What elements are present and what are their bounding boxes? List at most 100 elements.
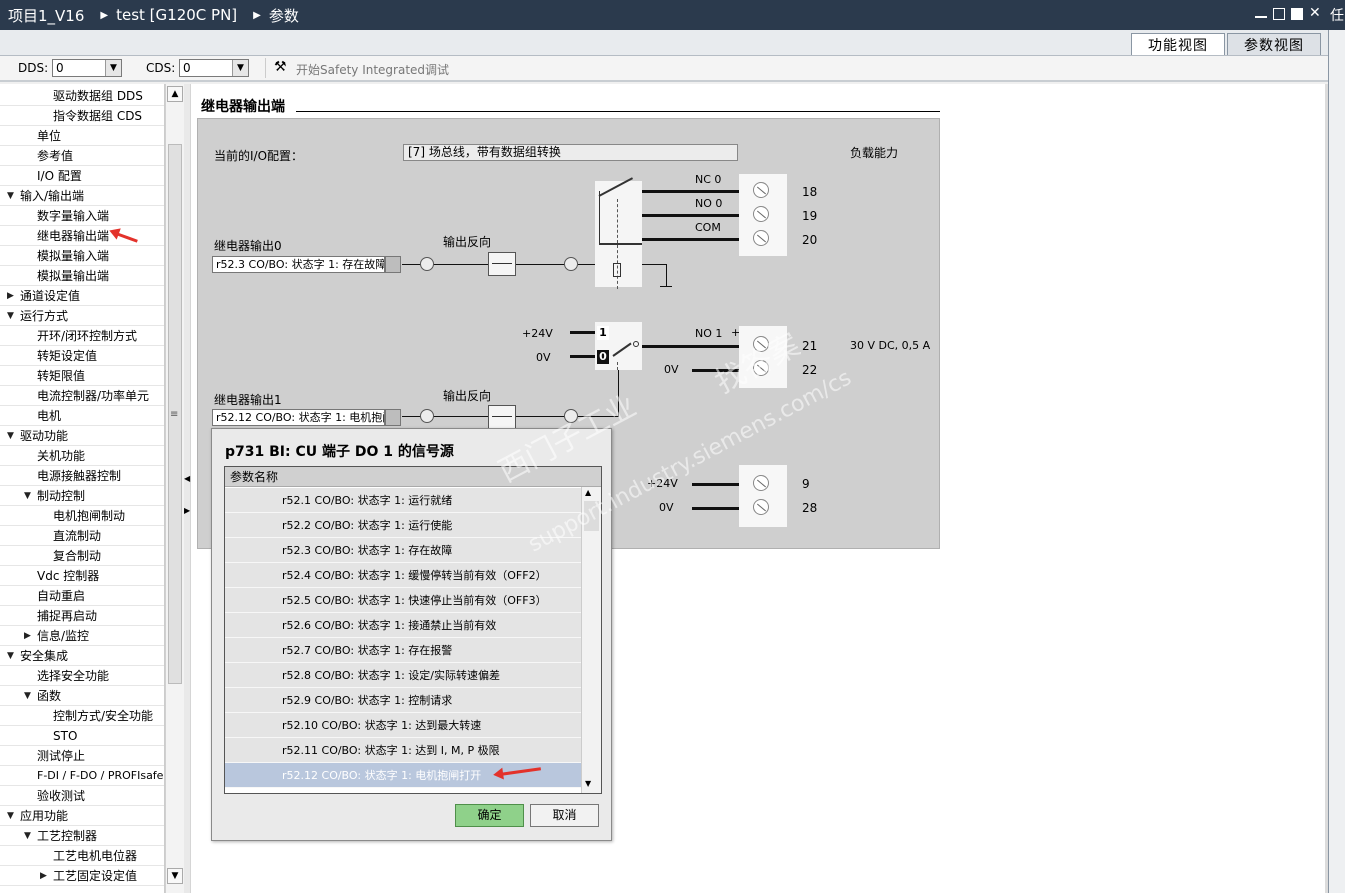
parameter-row[interactable]: r52.6 CO/BO: 状态字 1: 接通禁止当前有效 (225, 613, 581, 638)
tree-item[interactable]: 电流控制器/功率单元 (0, 386, 164, 406)
tab-function-view[interactable]: 功能视图 (1131, 33, 1225, 55)
parameter-row[interactable]: r52.3 CO/BO: 状态字 1: 存在故障 (225, 538, 581, 563)
expanded-icon[interactable]: ▼ (7, 186, 14, 206)
parameter-row[interactable]: r52.9 CO/BO: 状态字 1: 控制请求 (225, 688, 581, 713)
tree-item[interactable]: F-DI / F-DO / PROFIsafe (0, 766, 164, 786)
parameter-row[interactable]: r52.2 CO/BO: 状态字 1: 运行使能 (225, 513, 581, 538)
maximize-icon[interactable] (1291, 8, 1303, 20)
tree-item[interactable]: ▼ 应用功能 (0, 806, 164, 826)
tree-item[interactable]: STO (0, 726, 164, 746)
expanded-icon[interactable]: ▼ (24, 686, 31, 706)
scroll-up-icon[interactable]: ▲ (585, 488, 591, 497)
collapse-left-icon[interactable]: ◀ (184, 474, 190, 483)
collapsed-icon[interactable]: ▶ (40, 866, 47, 886)
parameter-row[interactable]: r52.1 CO/BO: 状态字 1: 运行就绪 (225, 488, 581, 513)
breadcrumb-device[interactable]: test [G120C PN] (116, 6, 237, 24)
restore-icon[interactable] (1273, 8, 1285, 20)
parameter-row[interactable]: r52.12 CO/BO: 状态字 1: 电机抱闸打开 (225, 763, 581, 788)
tree-item[interactable]: 电机抱闸制动 (0, 506, 164, 526)
parameter-row[interactable]: r52.11 CO/BO: 状态字 1: 达到 I, M, P 极限 (225, 738, 581, 763)
tree-item[interactable]: I/O 配置 (0, 166, 164, 186)
tree-item[interactable]: 复合制动 (0, 546, 164, 566)
task-card-strip[interactable] (1328, 30, 1345, 893)
list-scroll-thumb[interactable] (584, 501, 599, 531)
tree-item[interactable]: 捕捉再启动 (0, 606, 164, 626)
scroll-down-icon[interactable]: ▼ (167, 868, 183, 884)
breadcrumb-page[interactable]: 参数 (269, 5, 299, 26)
chevron-down-icon[interactable]: ▼ (232, 60, 248, 76)
scroll-down-icon[interactable]: ▼ (585, 779, 591, 788)
tree-item[interactable]: 继电器输出端 (0, 226, 164, 246)
tree-item[interactable]: 直流制动 (0, 526, 164, 546)
tree-item[interactable]: ▼ 输入/输出端 (0, 186, 164, 206)
tree-item[interactable]: 关机功能 (0, 446, 164, 466)
tree-item[interactable]: 转矩设定值 (0, 346, 164, 366)
tree-item[interactable]: ▼ 安全集成 (0, 646, 164, 666)
tree-item[interactable]: ▼ 工艺控制器 (0, 826, 164, 846)
tree-item[interactable]: ▶ 信息/监控 (0, 626, 164, 646)
parameter-row[interactable]: r52.10 CO/BO: 状态字 1: 达到最大转速 (225, 713, 581, 738)
tree-item[interactable]: 数字量输入端 (0, 206, 164, 226)
tree-item[interactable]: ▼ 制动控制 (0, 486, 164, 506)
expand-right-icon[interactable]: ▶ (184, 506, 190, 515)
parameter-row[interactable]: r52.7 CO/BO: 状态字 1: 存在报警 (225, 638, 581, 663)
close-icon[interactable]: ✕ (1309, 5, 1321, 21)
tree-item[interactable]: Vdc 控制器 (0, 566, 164, 586)
terminal-18: 18 (802, 185, 818, 199)
relay-output-0-source[interactable]: r52.3 CO/BO: 状态字 1: 存在故障 (212, 256, 385, 273)
tree-item[interactable]: 指令数据组 CDS (0, 106, 164, 126)
column-header-parameter-name[interactable]: 参数名称 (225, 467, 601, 487)
expanded-icon[interactable]: ▼ (24, 486, 31, 506)
relay-output-1-source[interactable]: r52.12 CO/BO: 状态字 1: 电机抱闸打开 (212, 409, 385, 426)
tree-item[interactable]: 工艺电机电位器 (0, 846, 164, 866)
pane-splitter[interactable]: ◀ ▶ (184, 84, 191, 893)
tree-item[interactable]: 测试停止 (0, 746, 164, 766)
tree-item[interactable]: 模拟量输出端 (0, 266, 164, 286)
tree-item[interactable]: 驱动数据组 DDS (0, 86, 164, 106)
tree-item[interactable]: 模拟量输入端 (0, 246, 164, 266)
tree-item[interactable]: 选择安全功能 (0, 666, 164, 686)
expanded-icon[interactable]: ▼ (24, 826, 31, 846)
relay-output-1-source-button[interactable] (385, 409, 401, 426)
tree-item[interactable]: 电机 (0, 406, 164, 426)
list-scrollbar[interactable]: ▲ ▼ (581, 487, 601, 793)
parameter-row[interactable]: r52.4 CO/BO: 状态字 1: 缓慢停转当前有效（OFF2） (225, 563, 581, 588)
invert-0-checkbox[interactable] (488, 252, 516, 276)
tree-item[interactable]: ▶ 工艺固定设定值 (0, 866, 164, 886)
cds-select[interactable]: 0 ▼ (179, 59, 249, 77)
tree-item-label: 控制方式/安全功能 (53, 709, 154, 723)
chevron-down-icon[interactable]: ▼ (105, 60, 121, 76)
tree-item[interactable]: 开环/闭环控制方式 (0, 326, 164, 346)
expanded-icon[interactable]: ▼ (7, 426, 14, 446)
tree-item[interactable]: 参考值 (0, 146, 164, 166)
tree-item[interactable]: 单位 (0, 126, 164, 146)
tab-parameter-view[interactable]: 参数视图 (1227, 33, 1321, 55)
tree-scrollbar[interactable]: ▲ ≡ ▼ (165, 84, 184, 893)
tree-item[interactable]: 电源接触器控制 (0, 466, 164, 486)
parameter-row[interactable]: r52.8 CO/BO: 状态字 1: 设定/实际转速偏差 (225, 663, 581, 688)
parameter-row[interactable]: r52.5 CO/BO: 状态字 1: 快速停止当前有效（OFF3） (225, 588, 581, 613)
collapsed-icon[interactable]: ▶ (7, 286, 14, 306)
tree-item[interactable]: ▼ 驱动功能 (0, 426, 164, 446)
collapsed-icon[interactable]: ▶ (24, 626, 31, 646)
minimize-icon[interactable] (1255, 8, 1267, 18)
tree-item[interactable]: 转矩限值 (0, 366, 164, 386)
expanded-icon[interactable]: ▼ (7, 306, 14, 326)
tree-item[interactable]: ▼ 函数 (0, 686, 164, 706)
cancel-button[interactable]: 取消 (530, 804, 599, 827)
expanded-icon[interactable]: ▼ (7, 806, 14, 826)
breadcrumb-project[interactable]: 项目1_V16 (8, 5, 84, 26)
tools-icon[interactable]: ⚒ (274, 59, 287, 75)
scroll-up-icon[interactable]: ▲ (167, 86, 183, 102)
tree-item[interactable]: 验收测试 (0, 786, 164, 806)
tree-item[interactable]: ▶ 通道设定值 (0, 286, 164, 306)
dds-select[interactable]: 0 ▼ (52, 59, 122, 77)
tree-item[interactable]: ▼ 运行方式 (0, 306, 164, 326)
expanded-icon[interactable]: ▼ (7, 646, 14, 666)
safety-commissioning-button[interactable]: 开始Safety Integrated调试 (296, 61, 449, 78)
invert-1-checkbox[interactable] (488, 405, 516, 429)
tree-item[interactable]: 自动重启 (0, 586, 164, 606)
tree-item[interactable]: 控制方式/安全功能 (0, 706, 164, 726)
relay-output-0-source-button[interactable] (385, 256, 401, 273)
ok-button[interactable]: 确定 (455, 804, 524, 827)
